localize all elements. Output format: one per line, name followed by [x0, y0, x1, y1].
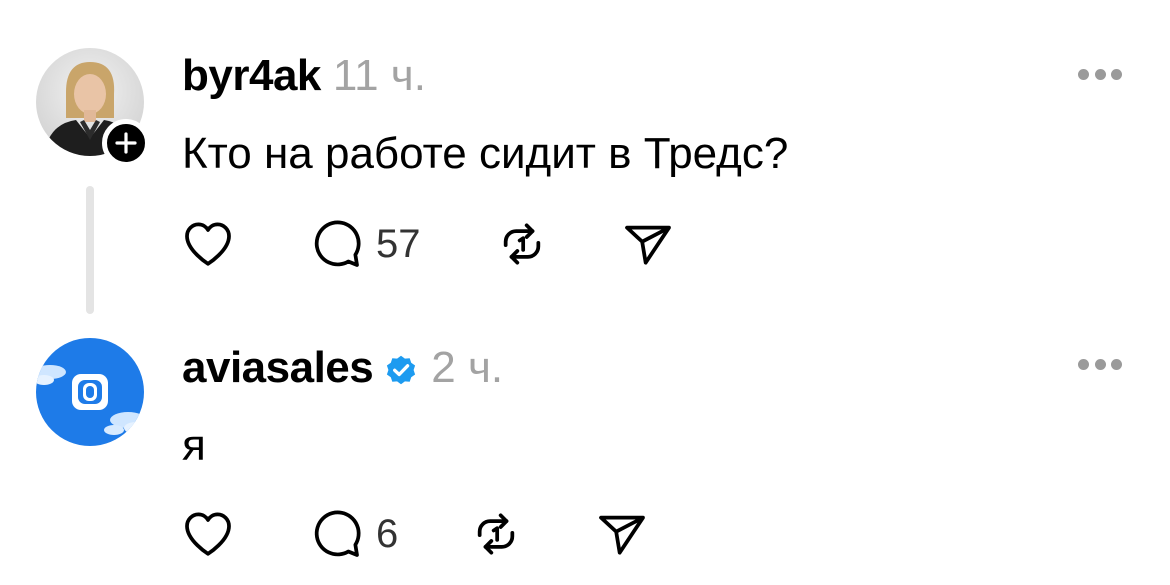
post: aviasales 2 ч. я 6: [0, 330, 1170, 585]
aviasales-logo-avatar: [36, 338, 144, 446]
more-dots-icon[interactable]: [1078, 66, 1122, 82]
heart-icon: [185, 222, 231, 266]
speech-bubble-icon: [314, 510, 361, 557]
post: byr4ak 11 ч. Кто на работе сидит в Тредс…: [0, 0, 1170, 330]
thread-line: [86, 186, 94, 314]
more-dots-icon[interactable]: [1078, 356, 1122, 372]
share-button[interactable]: [594, 506, 650, 562]
verified-badge-icon: [387, 355, 416, 385]
like-button[interactable]: [180, 216, 236, 272]
post-header: byr4ak 11 ч.: [182, 50, 426, 102]
share-button[interactable]: [620, 216, 676, 272]
reply-button[interactable]: 57: [308, 216, 421, 272]
repost-button[interactable]: [468, 506, 524, 562]
like-button[interactable]: [180, 506, 236, 562]
send-icon: [625, 225, 671, 265]
post-header: aviasales 2 ч.: [182, 342, 503, 394]
reply-button[interactable]: 6: [308, 506, 398, 562]
timestamp: 2 ч.: [431, 343, 504, 392]
repost-icon: [503, 223, 541, 265]
post-text: я: [182, 421, 206, 470]
plus-icon: [115, 132, 137, 154]
username[interactable]: aviasales: [182, 342, 374, 394]
repost-icon: [477, 513, 515, 555]
reply-count: 6: [376, 511, 399, 556]
send-icon: [599, 515, 645, 555]
speech-bubble-icon: [314, 220, 361, 267]
post-text: Кто на работе сидит в Тредс?: [182, 129, 789, 178]
avatar[interactable]: [36, 338, 144, 446]
timestamp: 11 ч.: [332, 51, 426, 100]
heart-icon: [185, 512, 231, 556]
follow-button[interactable]: [102, 119, 150, 167]
reply-count: 57: [376, 221, 421, 266]
username[interactable]: byr4ak: [182, 50, 321, 102]
repost-button[interactable]: [494, 216, 550, 272]
